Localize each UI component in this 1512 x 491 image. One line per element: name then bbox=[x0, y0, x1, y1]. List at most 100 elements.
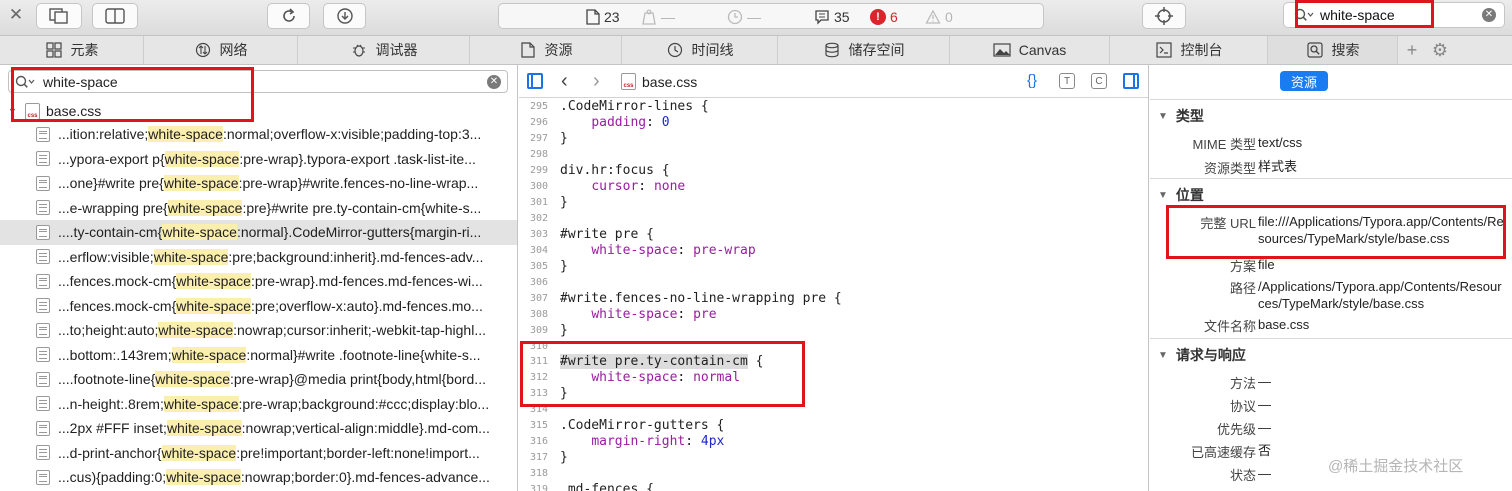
code-token: } bbox=[560, 195, 568, 211]
code-line[interactable]: 299 div.hr:focus { bbox=[519, 163, 1148, 179]
result-text-before: ...2px #FFF inset; bbox=[58, 420, 167, 437]
code-line[interactable]: 316 margin-right: 4px bbox=[519, 434, 1148, 450]
download-button[interactable] bbox=[323, 3, 366, 29]
document-icon bbox=[36, 249, 50, 265]
error-count[interactable]: ! 6 bbox=[870, 8, 898, 26]
code-line[interactable]: 298 bbox=[519, 147, 1148, 163]
code-line[interactable]: 302 bbox=[519, 211, 1148, 227]
code-line[interactable]: 309} bbox=[519, 322, 1148, 338]
result-row[interactable]: ...cus){padding:0; white-space:nowrap;bor… bbox=[0, 465, 517, 490]
load-time[interactable]: — bbox=[727, 8, 761, 26]
close-icon[interactable]: ✕ bbox=[6, 5, 26, 25]
code-line[interactable]: 304 white-space: pre-wrap bbox=[519, 242, 1148, 258]
code-line[interactable]: 318 bbox=[519, 466, 1148, 482]
search-input[interactable]: white-space ✕ bbox=[8, 70, 508, 93]
search-results-pane: white-space ✕ ▼ css base.css ...ition:re… bbox=[0, 65, 518, 491]
inspect-element-button[interactable] bbox=[1142, 3, 1186, 29]
back-arrow-icon[interactable]: ‹ bbox=[561, 70, 568, 93]
tab-storage[interactable]: 储存空间 bbox=[778, 36, 950, 64]
result-row[interactable]: ...erflow:visible; white-space:pre;backgr… bbox=[0, 245, 517, 270]
code-view[interactable]: 295 .CodeMirror-lines {296 padding: 0 297}… bbox=[519, 99, 1148, 491]
result-row[interactable]: ....ty-contain-cm{white-space:normal}.Co… bbox=[0, 220, 517, 245]
result-row[interactable]: ...ition:relative; white-space:normal;ove… bbox=[0, 122, 517, 147]
tab-search[interactable]: 搜索 bbox=[1268, 36, 1398, 64]
result-match: white-space bbox=[166, 420, 242, 437]
code-line[interactable]: 311 #write pre.ty-contain-cm { bbox=[519, 354, 1148, 370]
network-size[interactable]: — bbox=[641, 8, 675, 26]
result-row[interactable]: ...n-height:.8rem; white-space:pre-wrap;b… bbox=[0, 392, 517, 417]
code-line[interactable]: 306 bbox=[519, 274, 1148, 290]
tab-network[interactable]: 网络 bbox=[144, 36, 298, 64]
tab-canvas[interactable]: Canvas bbox=[950, 36, 1110, 64]
code-line[interactable]: 314 bbox=[519, 402, 1148, 418]
resource-count[interactable]: 23 bbox=[586, 8, 620, 26]
code-line[interactable]: 317} bbox=[519, 450, 1148, 466]
clock-icon bbox=[727, 9, 743, 25]
resource-scope-button[interactable]: 资源 bbox=[1280, 71, 1328, 91]
code-line[interactable]: 315 .CodeMirror-gutters { bbox=[519, 418, 1148, 434]
result-row[interactable]: ...d-print-anchor{white-space:pre!import… bbox=[0, 441, 517, 466]
top-search-field[interactable]: white-space ✕ bbox=[1283, 2, 1505, 28]
result-match: white-space bbox=[158, 322, 234, 339]
tab-console[interactable]: 控制台 bbox=[1110, 36, 1268, 64]
line-number: 319 bbox=[529, 483, 548, 491]
result-row[interactable]: ...fences.mock-cm{white-space:pre-wrap}.… bbox=[0, 269, 517, 294]
disclosure-triangle-icon: ▼ bbox=[1158, 349, 1168, 361]
result-row[interactable]: ...bottom:.143rem; white-space:normal}#wr… bbox=[0, 343, 517, 368]
type-icon[interactable]: T bbox=[1059, 73, 1075, 89]
result-row[interactable]: ...to;height:auto; white-space:nowrap;cur… bbox=[0, 318, 517, 343]
add-tab-icon[interactable]: + bbox=[1398, 36, 1426, 64]
result-row[interactable]: ...2px #FFF inset; white-space:nowrap;ver… bbox=[0, 416, 517, 441]
result-match: white-space bbox=[163, 175, 239, 192]
compare-icon[interactable]: C bbox=[1091, 73, 1107, 89]
reload-button[interactable] bbox=[267, 3, 310, 29]
code-line[interactable]: 296 padding: 0 bbox=[519, 115, 1148, 131]
clear-search-icon[interactable]: ✕ bbox=[487, 75, 501, 89]
code-line[interactable]: 319 .md-fences { bbox=[519, 482, 1148, 491]
result-row[interactable]: ...ypora-export p{white-space:pre-wrap}.… bbox=[0, 147, 517, 172]
clear-search-icon[interactable]: ✕ bbox=[1482, 8, 1496, 22]
sidebar-toggle-button[interactable] bbox=[92, 3, 138, 29]
code-line[interactable]: 312 white-space: normal bbox=[519, 370, 1148, 386]
code-line[interactable]: 300 cursor: none bbox=[519, 179, 1148, 195]
editor-breadcrumb[interactable]: css base.css bbox=[621, 73, 697, 90]
settings-gear-icon[interactable]: ⚙ bbox=[1426, 36, 1454, 64]
tab-elements[interactable]: 元素 bbox=[0, 36, 144, 64]
top-toolbar: ✕ 23 — — 35 ! 6 0 white-space ✕ bbox=[0, 0, 1512, 36]
code-line[interactable]: 295 .CodeMirror-lines { bbox=[519, 99, 1148, 115]
code-line[interactable]: 307 #write.fences-no-line-wrapping pre { bbox=[519, 290, 1148, 306]
tab-resources[interactable]: 资源 bbox=[470, 36, 622, 64]
tab-debugger[interactable]: 调试器 bbox=[298, 36, 470, 64]
result-row[interactable]: ...fences.mock-cm{white-space:pre;overfl… bbox=[0, 294, 517, 319]
format-braces-icon[interactable]: {} bbox=[1027, 72, 1037, 89]
code-line[interactable]: 303 #write pre { bbox=[519, 227, 1148, 243]
result-text-after: :nowrap;border:0}.md-fences-advance... bbox=[240, 469, 490, 486]
log-count[interactable]: 35 bbox=[814, 8, 850, 26]
line-number: 297 bbox=[529, 133, 548, 145]
section-request-header[interactable]: ▼ 请求与响应 bbox=[1158, 345, 1246, 365]
code-line[interactable]: 308 white-space: pre bbox=[519, 306, 1148, 322]
tab-timeline[interactable]: 时间线 bbox=[622, 36, 778, 64]
document-icon bbox=[36, 420, 50, 436]
code-line[interactable]: 297} bbox=[519, 131, 1148, 147]
code-line[interactable]: 301} bbox=[519, 195, 1148, 211]
disclosure-triangle-icon[interactable]: ▼ bbox=[8, 106, 20, 116]
section-type-header[interactable]: ▼ 类型 bbox=[1158, 106, 1204, 126]
document-icon bbox=[36, 200, 50, 216]
section-location-header[interactable]: ▼ 位置 bbox=[1158, 185, 1204, 205]
code-token: { bbox=[747, 354, 764, 370]
result-row[interactable]: ...e-wrapping pre{white-space:pre}#write… bbox=[0, 196, 517, 221]
navigation-sidebar-icon[interactable] bbox=[527, 73, 543, 89]
code-line[interactable]: 305} bbox=[519, 258, 1148, 274]
code-line[interactable]: 313} bbox=[519, 386, 1148, 402]
forward-arrow-icon[interactable]: › bbox=[593, 70, 600, 93]
warning-count[interactable]: 0 bbox=[925, 8, 953, 26]
result-row[interactable]: ....footnote-line{white-space:pre-wrap}@… bbox=[0, 367, 517, 392]
details-sidebar-icon[interactable] bbox=[1123, 73, 1139, 89]
code-line[interactable]: 310 bbox=[519, 338, 1148, 354]
result-file-row[interactable]: ▼ css base.css bbox=[0, 100, 517, 122]
dock-button[interactable] bbox=[36, 3, 82, 29]
result-match: white-space bbox=[176, 297, 251, 314]
result-row[interactable]: ...one}#write pre{white-space:pre-wrap}#… bbox=[0, 171, 517, 196]
